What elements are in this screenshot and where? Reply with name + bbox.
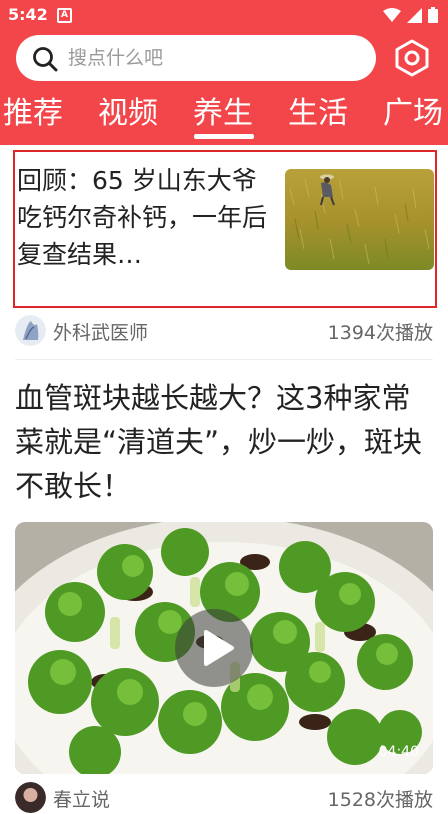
video-thumbnail[interactable]: 04:40 xyxy=(15,522,433,774)
video-duration: 04:40 xyxy=(378,744,419,760)
tab-video[interactable]: 视频 xyxy=(98,92,158,136)
wifi-icon xyxy=(383,7,401,22)
tab-recommend[interactable]: 推荐 xyxy=(3,92,63,136)
play-count: 1394次播放 xyxy=(327,322,433,344)
author-avatar[interactable] xyxy=(15,315,46,346)
app-header: 5:42 A 推荐 视频 养生 生活 广场 xyxy=(0,0,448,145)
author-name[interactable]: 春立说 xyxy=(53,785,110,812)
play-button[interactable] xyxy=(175,609,253,687)
video-title[interactable]: 血管斑块越长越大？这3种家常菜就是“清道夫”，炒一炒，斑块不敢长！ xyxy=(15,376,435,508)
battery-icon xyxy=(428,7,438,23)
settings-icon[interactable] xyxy=(390,36,434,80)
search-input[interactable] xyxy=(68,43,348,73)
play-icon xyxy=(204,630,234,666)
search-icon xyxy=(33,47,58,72)
tab-square[interactable]: 广场 xyxy=(383,92,443,136)
tab-health[interactable]: 养生 xyxy=(193,92,253,136)
video-meta: 春立说 1528次播放 xyxy=(15,782,435,814)
status-bar: 5:42 A xyxy=(0,0,448,30)
author-name[interactable]: 外科武医师 xyxy=(53,318,148,345)
tab-life[interactable]: 生活 xyxy=(288,92,348,136)
status-icons xyxy=(383,7,438,23)
status-time: 5:42 xyxy=(8,5,48,24)
notification-icon: A xyxy=(57,8,72,23)
article-meta: 外科武医师 1394次播放 xyxy=(15,315,435,347)
search-bar[interactable] xyxy=(16,35,376,81)
feed-divider xyxy=(15,359,433,360)
active-tab-indicator xyxy=(194,134,254,139)
signal-icon xyxy=(407,7,422,23)
article-thumbnail xyxy=(285,169,434,270)
article-title: 回顾：65 岁山东大爷吃钙尔奇补钙，一年后复查结果… xyxy=(17,166,268,269)
play-count: 1528次播放 xyxy=(327,789,433,811)
feed-item-article[interactable]: 回顾：65 岁山东大爷吃钙尔奇补钙，一年后复查结果… xyxy=(13,150,437,308)
